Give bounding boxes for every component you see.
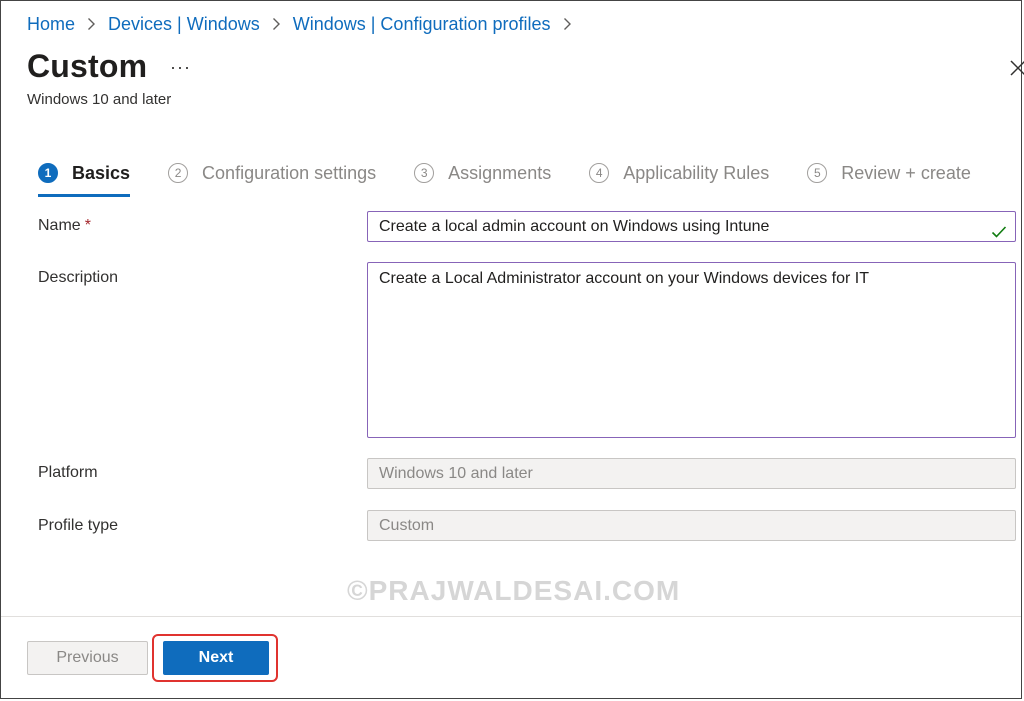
footer-divider bbox=[1, 616, 1021, 617]
profile-type-label: Profile type bbox=[38, 517, 119, 534]
required-marker: * bbox=[84, 217, 91, 234]
breadcrumb-home[interactable]: Home bbox=[27, 14, 75, 35]
breadcrumb: Home Devices | Windows Windows | Configu… bbox=[27, 12, 584, 36]
next-button-highlight bbox=[152, 634, 278, 682]
step-number: 2 bbox=[168, 163, 189, 183]
step-number: 3 bbox=[414, 163, 435, 183]
page-subtitle: Windows 10 and later bbox=[27, 91, 172, 108]
close-icon[interactable] bbox=[1010, 60, 1024, 76]
tab-assignments[interactable]: 3 Assignments bbox=[414, 163, 551, 184]
step-number: 5 bbox=[807, 163, 828, 183]
name-value: Create a local admin account on Windows … bbox=[379, 218, 770, 235]
more-options-button[interactable]: ··· bbox=[170, 57, 191, 78]
platform-label: Platform bbox=[38, 464, 98, 481]
profile-type-field: Custom bbox=[367, 510, 1016, 541]
step-label: Assignments bbox=[448, 162, 552, 183]
name-label: Name * bbox=[38, 217, 91, 235]
step-number: 4 bbox=[589, 163, 610, 183]
step-label: Basics bbox=[72, 162, 131, 183]
step-label: Configuration settings bbox=[202, 162, 377, 183]
chevron-right-icon bbox=[87, 17, 96, 31]
name-field[interactable]: Create a local admin account on Windows … bbox=[367, 211, 1016, 242]
chevron-right-icon bbox=[563, 17, 572, 31]
platform-field: Windows 10 and later bbox=[367, 458, 1016, 489]
description-label: Description bbox=[38, 269, 119, 286]
breadcrumb-devices-windows[interactable]: Devices | Windows bbox=[108, 14, 260, 35]
tab-basics[interactable]: 1 Basics bbox=[38, 163, 130, 184]
tab-configuration-settings[interactable]: 2 Configuration settings bbox=[168, 163, 376, 184]
breadcrumb-configuration-profiles[interactable]: Windows | Configuration profiles bbox=[293, 14, 551, 35]
watermark: ©PRAJWALDESAI.COM bbox=[347, 575, 681, 606]
tab-applicability-rules[interactable]: 4 Applicability Rules bbox=[589, 163, 769, 184]
step-label: Review + create bbox=[841, 162, 971, 183]
description-field[interactable]: Create a Local Administrator account on … bbox=[367, 262, 1016, 438]
tab-review-create[interactable]: 5 Review + create bbox=[807, 163, 971, 184]
active-tab-indicator bbox=[38, 194, 130, 197]
step-number: 1 bbox=[38, 163, 58, 183]
previous-button[interactable]: Previous bbox=[27, 641, 148, 675]
name-label-text: Name bbox=[38, 217, 81, 234]
checkmark-icon bbox=[991, 220, 1007, 238]
page-title: Custom bbox=[27, 48, 148, 84]
chevron-right-icon bbox=[272, 17, 281, 31]
wizard-steps: 1 Basics 2 Configuration settings 3 Assi… bbox=[38, 159, 1009, 187]
step-label: Applicability Rules bbox=[623, 162, 770, 183]
